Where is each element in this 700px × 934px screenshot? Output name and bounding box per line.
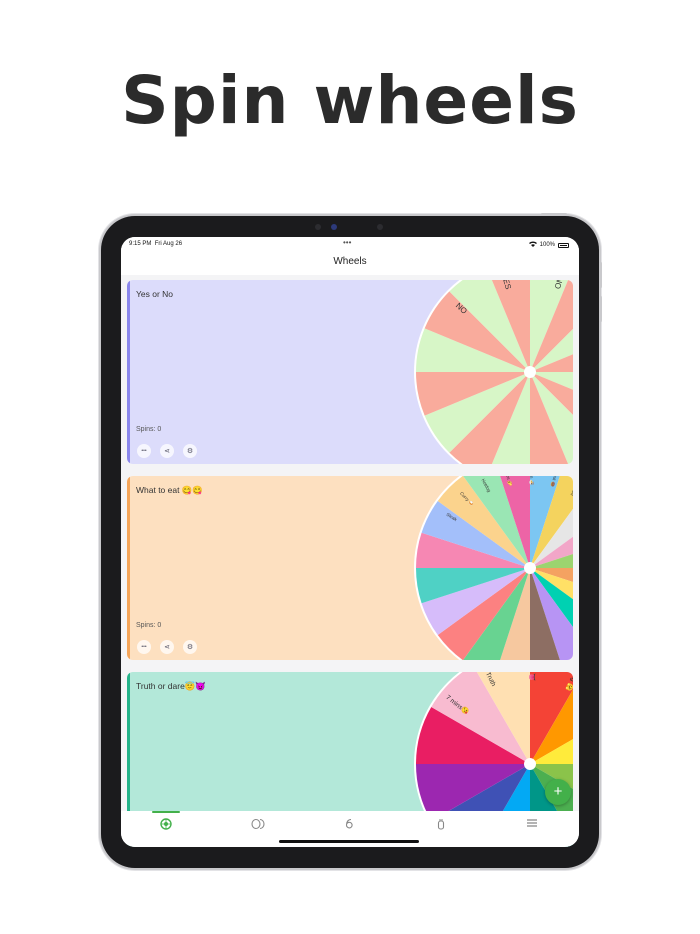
- tab-menu[interactable]: [522, 818, 542, 832]
- wheel-card[interactable]: YESNOYESNOYes or No Spins: 0 ••• ⋖ ⚙: [127, 280, 573, 464]
- camera-dot: [331, 224, 337, 230]
- card-accent-bar: [127, 280, 130, 464]
- spin-count: Spins: 0: [136, 426, 162, 433]
- wheel-hub: [524, 366, 536, 378]
- time-text: 9:15 PM: [129, 241, 152, 247]
- more-icon: •••: [141, 644, 147, 650]
- finger-picker-icon: [437, 819, 445, 830]
- settings-button[interactable]: ⚙: [183, 640, 197, 654]
- status-time: 9:15 PM Fri Aug 26: [129, 241, 182, 247]
- menu-icon: [527, 819, 537, 827]
- card-actions: ••• ⋖ ⚙: [137, 444, 197, 458]
- more-icon: •••: [141, 448, 147, 454]
- wheel-preview[interactable]: YESNOYESNO: [127, 280, 573, 464]
- wifi-icon: [528, 241, 537, 249]
- gear-icon: ⚙: [186, 448, 194, 455]
- battery-icon: [558, 242, 569, 248]
- nav-title: Wheels: [121, 251, 579, 275]
- wheel-title: Yes or No: [136, 289, 174, 299]
- add-wheel-button[interactable]: +: [545, 779, 571, 805]
- spin-count: Spins: 0: [136, 622, 162, 629]
- wheel-label: Lick 👅: [528, 672, 536, 681]
- card-actions: ••• ⋖ ⚙: [137, 640, 197, 654]
- more-button[interactable]: •••: [137, 640, 151, 654]
- wheel-title: What to eat 😋😋: [136, 485, 203, 495]
- share-icon: ⋖: [164, 644, 170, 651]
- tab-bar: [121, 811, 579, 847]
- date-text: Fri Aug 26: [154, 241, 183, 247]
- card-accent-bar: [127, 476, 130, 660]
- active-tab-indicator: [152, 811, 180, 813]
- home-indicator: [279, 840, 419, 843]
- wheel-preview[interactable]: KebabPizzaIce creamDonut 🍩Ramen 🍜Tacos 🌮…: [127, 476, 573, 660]
- status-right: 100%: [528, 241, 569, 249]
- app-screen: 9:15 PM Fri Aug 26 ••• 100% Wheels YESNO…: [121, 237, 579, 847]
- tablet-frame: 9:15 PM Fri Aug 26 ••• 100% Wheels YESNO…: [101, 213, 602, 868]
- wheel-hub: [524, 562, 536, 574]
- tab-dice[interactable]: [339, 818, 359, 832]
- share-button[interactable]: ⋖: [160, 444, 174, 458]
- wheel-label: Ramen 🍜: [529, 476, 534, 486]
- share-icon: ⋖: [164, 448, 170, 455]
- side-button: [599, 296, 602, 322]
- share-button[interactable]: ⋖: [160, 640, 174, 654]
- status-bar: 9:15 PM Fri Aug 26 ••• 100%: [121, 237, 579, 251]
- tab-wheels[interactable]: [156, 818, 176, 832]
- dice-six-icon: [345, 818, 353, 829]
- coin-flip-icon: [251, 818, 265, 830]
- settings-button[interactable]: ⚙: [183, 444, 197, 458]
- camera-dot: [377, 224, 383, 230]
- wheel-title: Truth or dare😇😈: [136, 681, 206, 691]
- camera-dot: [315, 224, 321, 230]
- wheel-hub: [524, 758, 536, 770]
- battery-percent: 100%: [539, 242, 555, 248]
- tab-picker[interactable]: [431, 818, 451, 832]
- tab-coin[interactable]: [248, 818, 268, 832]
- power-button: [599, 262, 602, 288]
- page-headline: Spin wheels: [121, 62, 579, 139]
- volume-button: [541, 213, 567, 216]
- more-button[interactable]: •••: [137, 444, 151, 458]
- gear-icon: ⚙: [186, 644, 194, 651]
- wheel-card[interactable]: KebabPizzaIce creamDonut 🍩Ramen 🍜Tacos 🌮…: [127, 476, 573, 660]
- wheel-icon: [160, 818, 172, 830]
- multitask-dots[interactable]: •••: [343, 238, 351, 247]
